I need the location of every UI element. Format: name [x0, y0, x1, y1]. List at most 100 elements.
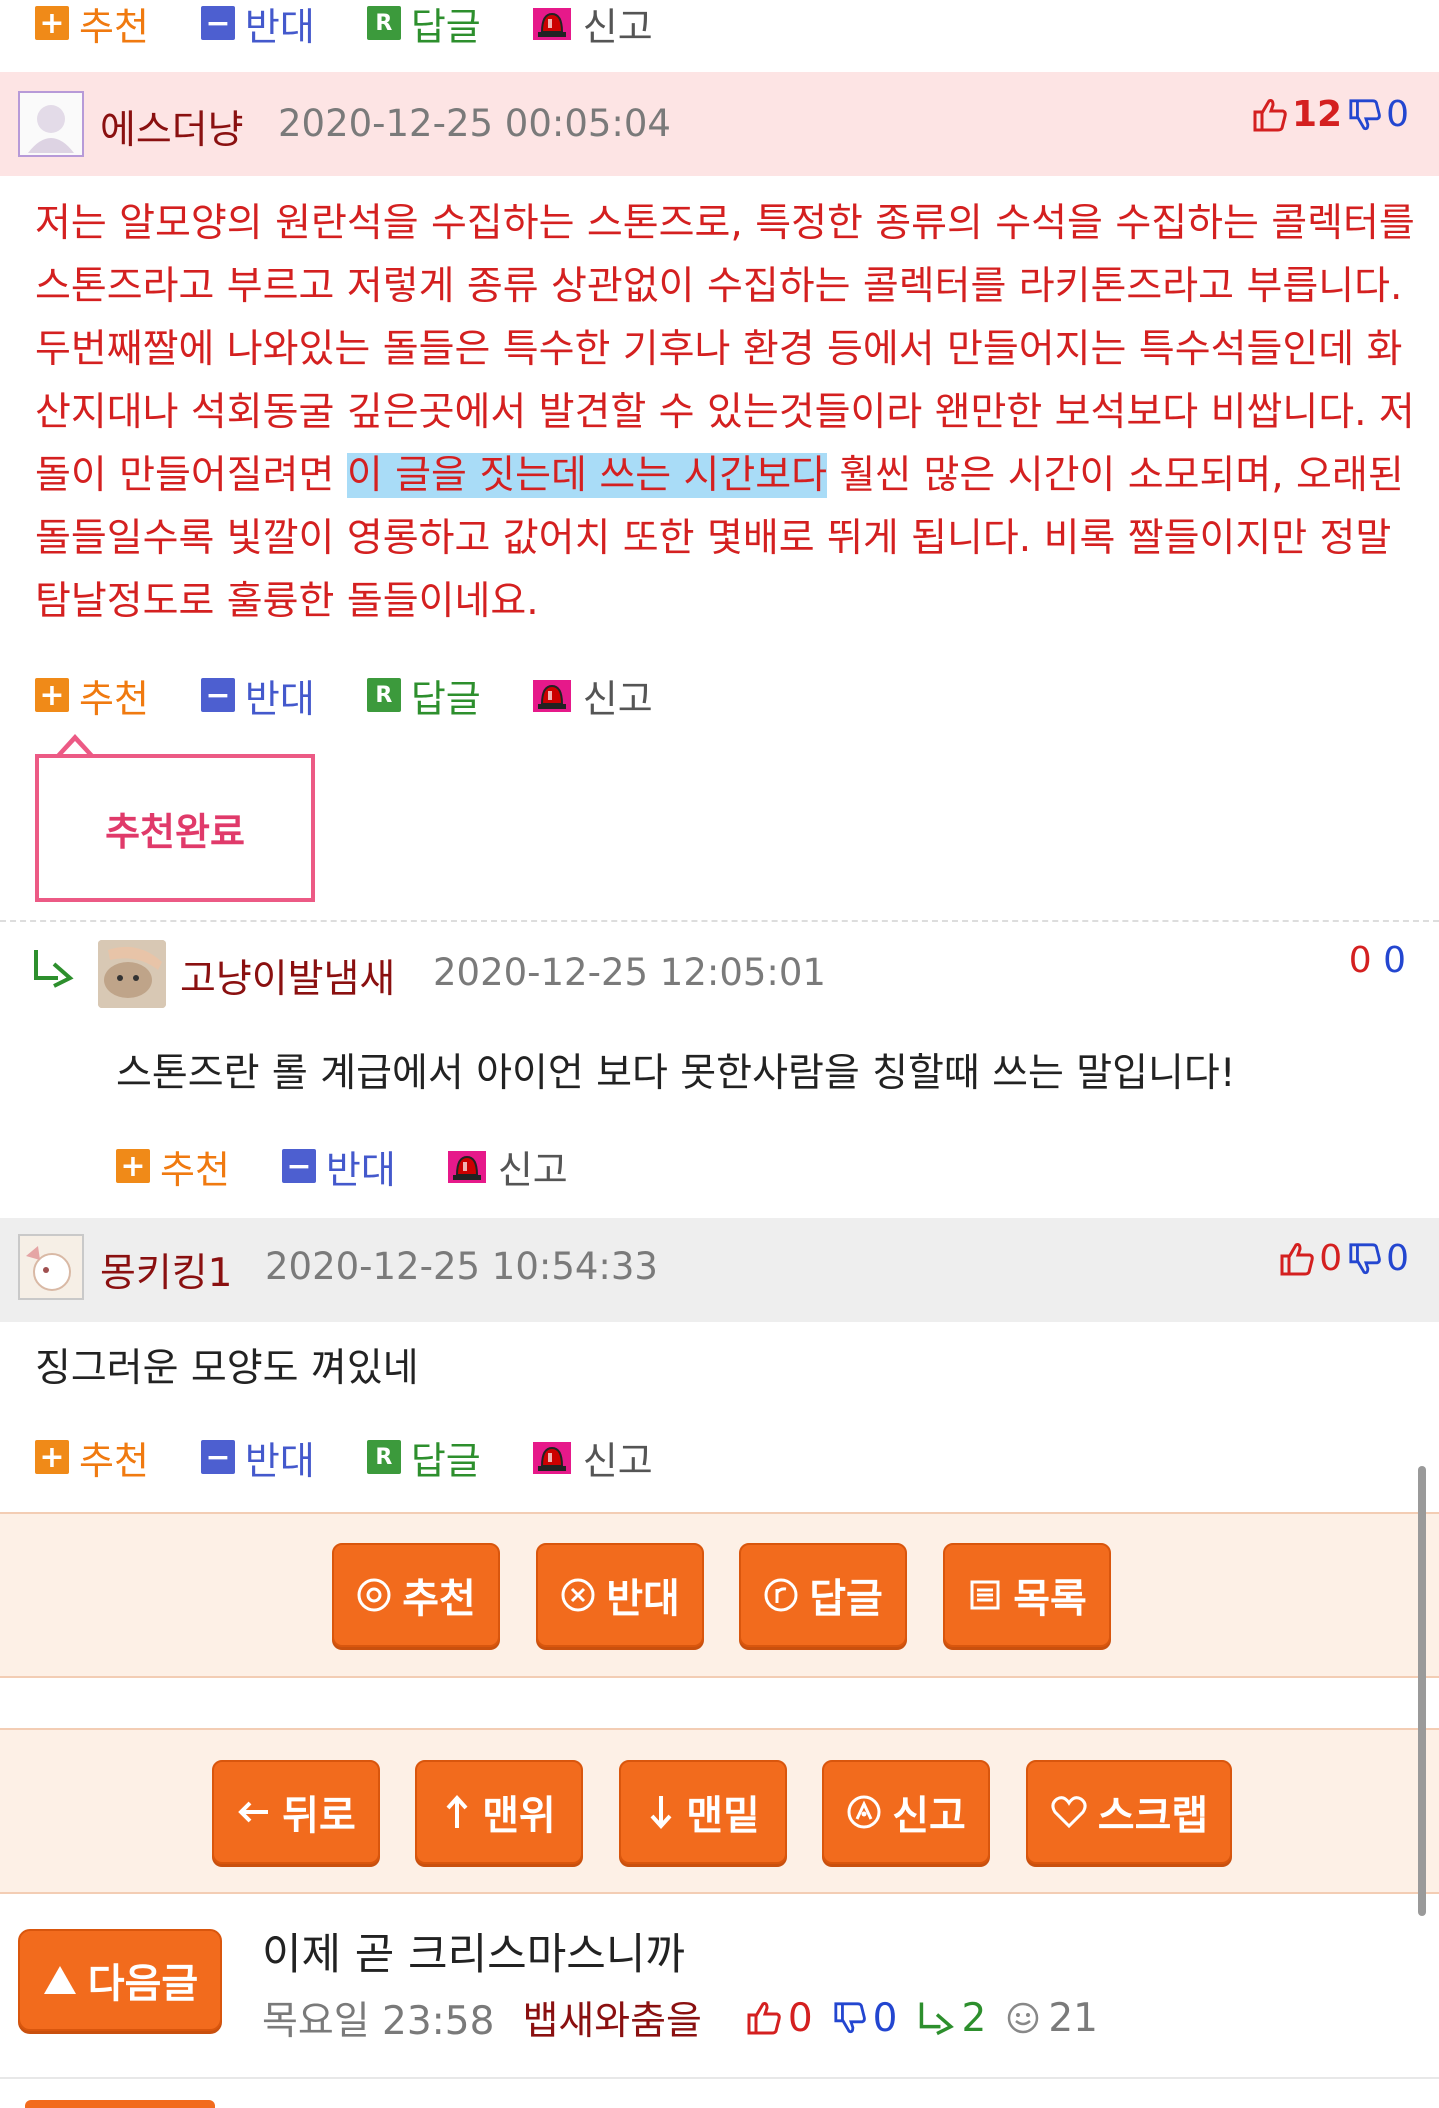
button-label: 반대 [606, 1576, 680, 1622]
plus-icon: + [116, 1149, 150, 1184]
report-action[interactable]: 신고 [532, 668, 653, 723]
back-button[interactable]: 뒤로 [212, 1760, 380, 1864]
button-label: 스크랩 [1097, 1793, 1209, 1839]
reply-label: 답글 [410, 4, 481, 49]
up-count: 0 [1348, 940, 1372, 981]
minus-icon: − [200, 1440, 235, 1475]
post-button-bar [0, 1512, 1439, 1678]
button-label: 목록 [1013, 1576, 1087, 1622]
comment-date: 2020-12-25 12:05:01 [433, 951, 826, 994]
recommend-action[interactable]: + 추천 [35, 668, 149, 723]
comment-date: 2020-12-25 00:05:04 [278, 102, 671, 145]
recommend-done-label: 추천완료 [35, 754, 315, 902]
comment-header: 에스더냥 2020-12-25 00:05:04 12 0 [0, 72, 1439, 176]
vote-count: 0 0 [1349, 940, 1406, 981]
scrap-button[interactable]: 스크랩 [1026, 1760, 1232, 1864]
recommend-action[interactable]: + 추천 [35, 1430, 149, 1485]
minus-icon: − [281, 1149, 316, 1184]
next-post-title[interactable]: 이제 곧 크리스마스니까 [262, 1920, 685, 1982]
comment-actions: + 추천 − 반대 신고 [116, 1143, 620, 1192]
reply-action[interactable]: R 답글 [366, 0, 481, 51]
down-count: 0 [1383, 940, 1406, 981]
report-button[interactable]: 신고 [822, 1760, 990, 1864]
arrow-up-icon [442, 1794, 472, 1830]
report-action[interactable]: 신고 [532, 0, 653, 51]
report-label: 신고 [582, 676, 653, 721]
circle-r-icon [763, 1577, 799, 1613]
recommend-label: 추천 [79, 4, 149, 49]
reply-arrow-icon [919, 2002, 954, 2036]
reply-icon: R [366, 6, 401, 40]
next-post-meta: 목요일 23:58 뱁새와춤을 0 0 2 21 [262, 1990, 1098, 2046]
reply-label: 답글 [410, 1438, 481, 1483]
oppose-action[interactable]: − 반대 [200, 0, 315, 51]
next-post-button[interactable]: 다음글 [18, 1929, 222, 2031]
list-button[interactable]: 목록 [943, 1543, 1111, 1647]
comment-body: 저는 알모양의 원란석을 수집하는 스톤즈로, 특정한 종류의 수석을 수집하는… [35, 192, 1415, 633]
nickname[interactable]: 몽키킹1 [100, 1242, 232, 1298]
avatar[interactable] [18, 1234, 84, 1300]
recommend-button[interactable]: 추천 [332, 1543, 500, 1647]
smiley-icon [1008, 2002, 1039, 2034]
oppose-button[interactable]: 반대 [536, 1543, 704, 1647]
action-row-top: + 추천 − 반대 R 답글 신고 [35, 0, 705, 49]
next-post-views: 21 [1048, 1995, 1098, 2041]
up-count: 12 [1291, 94, 1343, 135]
recommend-done-popup: 추천완료 [35, 732, 315, 902]
comment-body: 스톤즈란 롤 계급에서 아이언 보다 못한사람을 칭할때 쓰는 말입니다! [116, 1051, 1236, 1096]
report-action[interactable]: 신고 [447, 1139, 568, 1194]
selected-text: 이 글을 짓는데 쓰는 시간보다 [346, 453, 827, 498]
nickname[interactable]: 에스더냥 [100, 99, 244, 155]
comment-date: 2020-12-25 10:54:33 [265, 1245, 658, 1288]
circle-o-icon [356, 1577, 392, 1613]
button-label: 맨밑 [686, 1793, 760, 1839]
oppose-action[interactable]: − 반대 [200, 1430, 315, 1485]
thumbs-down-icon [1349, 98, 1381, 130]
vote-count: 12 0 [1252, 94, 1409, 135]
thumbs-up-icon [747, 2002, 781, 2035]
triangle-up-icon [42, 1964, 78, 1996]
reply-action[interactable]: R 답글 [366, 668, 481, 723]
plus-icon: + [35, 6, 69, 41]
report-label: 신고 [582, 4, 653, 49]
scrollbar-thumb[interactable] [1418, 1466, 1426, 1916]
avatar[interactable] [98, 940, 166, 1008]
reply-action[interactable]: R 답글 [366, 1430, 481, 1485]
partial-button[interactable] [25, 2100, 215, 2108]
recommend-label: 추천 [160, 1147, 230, 1192]
nickname[interactable]: 고냥이발냄새 [180, 948, 395, 1004]
report-label: 신고 [582, 1438, 653, 1483]
recommend-action[interactable]: + 추천 [116, 1139, 230, 1194]
top-button[interactable]: 맨위 [415, 1760, 583, 1864]
down-count: 0 [1386, 94, 1409, 135]
siren-icon [532, 1442, 571, 1474]
report-action[interactable]: 신고 [532, 1430, 653, 1485]
reply-button[interactable]: 답글 [739, 1543, 907, 1647]
oppose-label: 반대 [244, 4, 315, 49]
siren-icon [532, 680, 571, 712]
next-post-author[interactable]: 뱁새와춤을 [522, 1990, 701, 2046]
heart-icon [1050, 1794, 1088, 1830]
next-post-replies: 2 [961, 1995, 987, 2041]
plus-icon: + [35, 678, 69, 713]
list-icon [967, 1577, 1003, 1613]
report-circle-icon [846, 1794, 882, 1830]
comment-actions: + 추천 − 반대 R 답글 신고 [35, 672, 705, 721]
thumbs-down-icon [834, 2002, 866, 2034]
siren-icon [532, 8, 571, 40]
bottom-button[interactable]: 맨밑 [619, 1760, 787, 1864]
button-label: 뒤로 [282, 1793, 356, 1839]
button-label: 다음글 [87, 1961, 199, 2007]
comment-body: 징그러운 모양도 껴있네 [35, 1346, 419, 1391]
recommend-action[interactable]: + 추천 [35, 0, 149, 51]
oppose-label: 반대 [325, 1147, 396, 1192]
avatar[interactable] [18, 91, 84, 157]
button-label: 맨위 [482, 1793, 556, 1839]
button-label: 답글 [809, 1576, 883, 1622]
oppose-action[interactable]: − 반대 [200, 668, 315, 723]
oppose-action[interactable]: − 반대 [281, 1139, 396, 1194]
comment-actions: + 추천 − 반대 R 답글 신고 [35, 1434, 705, 1483]
tooltip-arrow [55, 734, 95, 756]
oppose-label: 반대 [244, 676, 315, 721]
plus-icon: + [35, 1440, 69, 1475]
